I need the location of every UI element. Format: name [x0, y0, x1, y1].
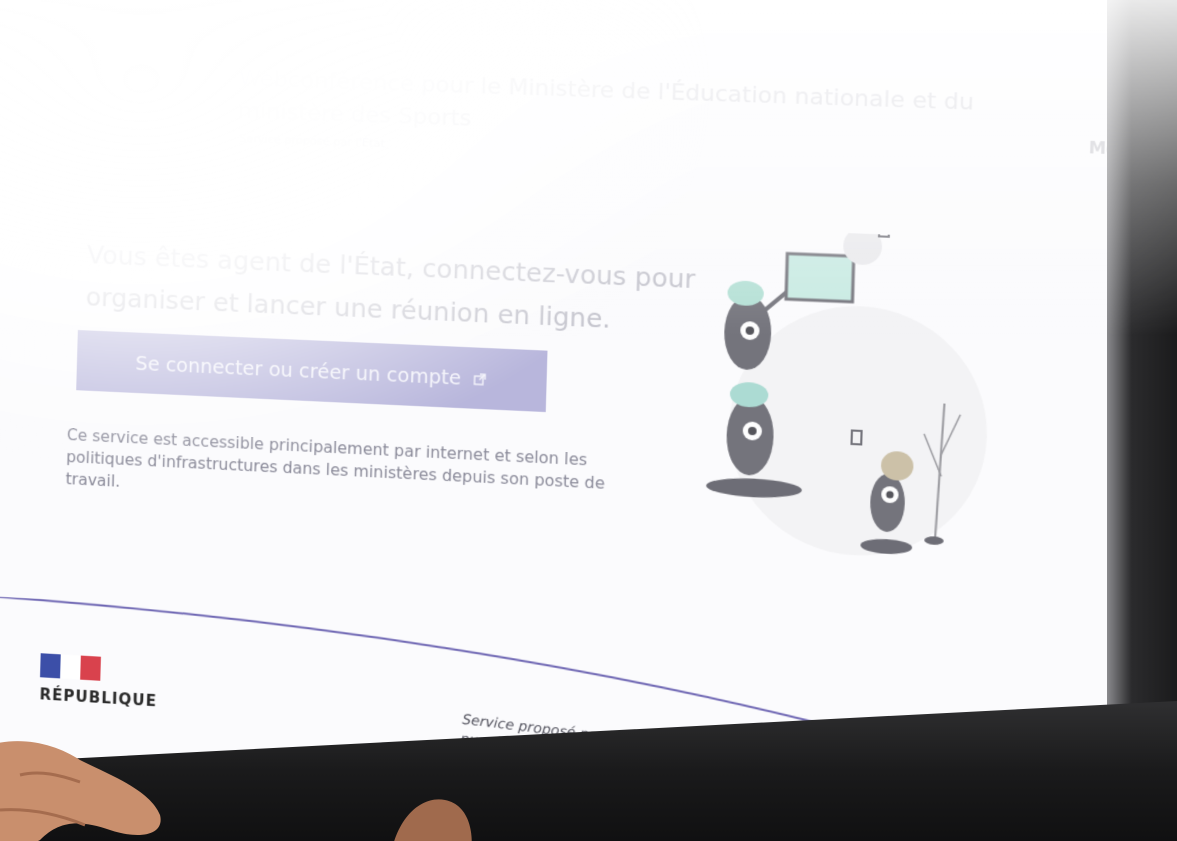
- login-button-label: Se connecter ou créer un compte: [135, 353, 461, 390]
- header-subtitle: Service proposé par l'État: [239, 132, 385, 150]
- service-info-text: Ce service est accessible principalement…: [65, 424, 654, 520]
- marianne-flag-logo[interactable]: [40, 653, 101, 681]
- monster-characters-illustration: [693, 228, 1069, 598]
- hero-heading: Vous êtes agent de l'État, connectez-vou…: [85, 234, 728, 346]
- laptop-photo: Webconférence pour le Ministère de l'Édu…: [0, 0, 1177, 841]
- login-button[interactable]: Se connecter ou créer un compte: [76, 330, 547, 412]
- hand: [0, 720, 220, 841]
- finger: [390, 790, 480, 841]
- republique-label: RÉPUBLIQUE: [39, 685, 157, 710]
- external-link-icon: [473, 352, 487, 414]
- header-logo[interactable]: [100, 59, 193, 143]
